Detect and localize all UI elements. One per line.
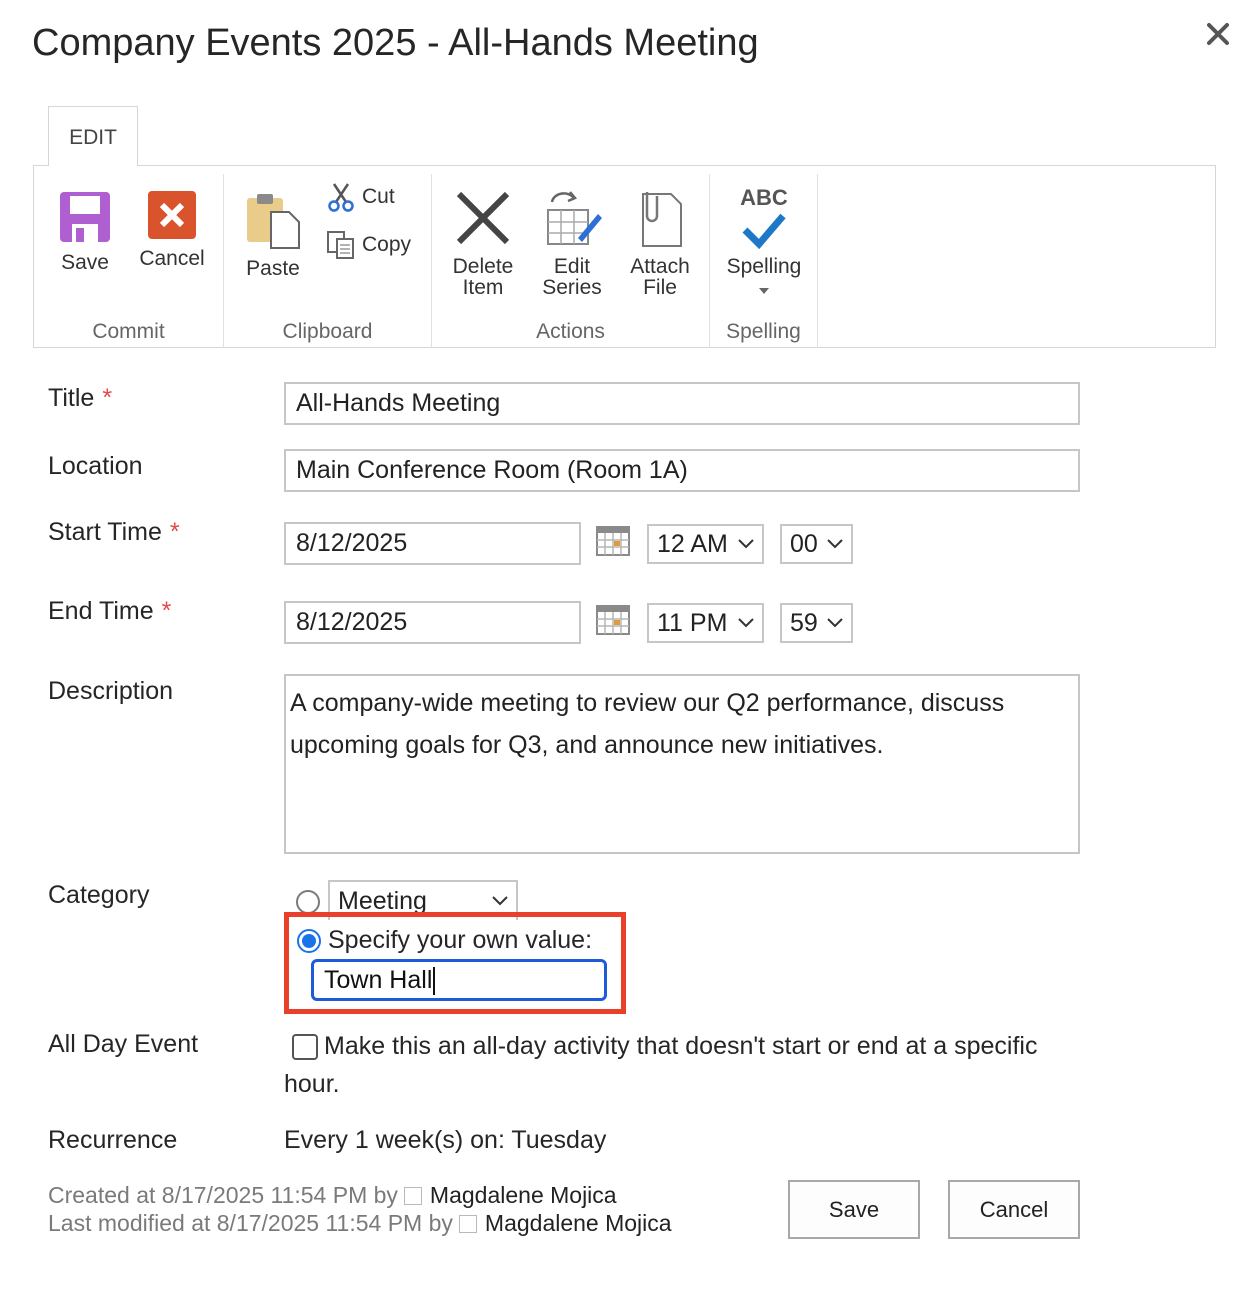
start-hour-select[interactable]: 12 AM <box>647 524 764 564</box>
title-label: Title * <box>48 384 113 412</box>
paste-label: Paste <box>246 257 300 280</box>
modified-prefix: Last modified at 8/17/2025 11:54 PM by <box>48 1210 453 1236</box>
start-hour-value: 12 AM <box>657 529 728 558</box>
created-info: Created at 8/17/2025 11:54 PM by Magdalen… <box>48 1182 617 1209</box>
copy-label: Copy <box>362 233 412 256</box>
delete-x-icon <box>456 191 510 245</box>
paste-icon <box>247 194 300 249</box>
end-date-input[interactable] <box>284 601 581 644</box>
spelling-label: Spelling <box>726 255 802 278</box>
checkmark-icon <box>742 213 786 250</box>
ribbon-cancel-label: Cancel <box>139 247 205 270</box>
attach-label-1: Attach <box>630 255 690 278</box>
own-value-text: Town Hall <box>324 966 433 994</box>
copy-icon <box>327 231 354 259</box>
edit-series-button[interactable]: Edit Series <box>534 188 610 298</box>
presence-icon <box>458 1215 477 1233</box>
own-value-label: Specify your own value: <box>328 926 593 954</box>
start-time-label: Start Time * <box>48 518 180 546</box>
title-input[interactable] <box>284 382 1080 425</box>
scissors-icon <box>328 183 354 212</box>
ribbon-group-actions: Delete Item Edit Series Attach File Acti… <box>432 174 710 348</box>
calendar-icon[interactable] <box>596 526 630 556</box>
cancel-button[interactable]: Cancel <box>948 1180 1080 1239</box>
ribbon-cancel-button[interactable]: Cancel <box>134 190 210 269</box>
edit-label-1: Edit <box>553 255 591 278</box>
recurrence-value: Every 1 week(s) on: Tuesday <box>284 1126 607 1154</box>
created-user-link[interactable]: Magdalene Mojica <box>430 1182 617 1208</box>
chevron-down-icon <box>827 539 843 549</box>
all-day-checkbox[interactable] <box>292 1034 318 1060</box>
category-dropdown-radio[interactable] <box>296 890 320 914</box>
cut-button[interactable]: Cut <box>326 182 395 212</box>
required-marker: * <box>169 518 180 546</box>
chevron-down-icon <box>738 618 754 628</box>
category-label: Category <box>48 881 150 909</box>
group-label-clipboard: Clipboard <box>282 320 373 343</box>
own-value-input[interactable]: Town Hall <box>311 959 607 1001</box>
modified-info: Last modified at 8/17/2025 11:54 PM by Ma… <box>48 1210 672 1237</box>
tab-edit[interactable]: EDIT <box>48 106 138 166</box>
category-own-value-radio[interactable] <box>297 929 321 953</box>
presence-icon <box>403 1187 422 1205</box>
all-day-text: Make this an all-day activity that doesn… <box>324 1032 1038 1060</box>
ribbon-save-label: Save <box>61 251 109 274</box>
spelling-button[interactable]: ABC Spelling <box>718 186 810 303</box>
attach-label-2: File <box>643 276 677 299</box>
attach-file-button[interactable]: Attach File <box>622 188 698 298</box>
save-button[interactable]: Save <box>788 1180 920 1239</box>
start-minute-select[interactable]: 00 <box>780 524 853 564</box>
modified-user-link[interactable]: Magdalene Mojica <box>485 1210 672 1236</box>
paperclip-icon <box>642 192 682 247</box>
cancel-icon <box>148 191 196 239</box>
ribbon-group-commit: Save Cancel Commit <box>34 174 224 348</box>
created-prefix: Created at 8/17/2025 11:54 PM by <box>48 1182 398 1208</box>
end-minute-select[interactable]: 59 <box>780 603 853 643</box>
all-day-label: All Day Event <box>48 1030 199 1058</box>
close-icon[interactable] <box>1202 18 1234 50</box>
recurrence-label: Recurrence <box>48 1126 178 1154</box>
delete-label-2: Item <box>462 276 504 299</box>
dialog-title: Company Events 2025 - All-Hands Meeting <box>32 22 759 64</box>
chevron-down-icon <box>492 896 508 906</box>
ribbon-save-button[interactable]: Save <box>50 190 120 273</box>
location-input[interactable] <box>284 449 1080 492</box>
edit-label-2: Series <box>542 276 602 299</box>
delete-label-1: Delete <box>452 255 514 278</box>
start-date-input[interactable] <box>284 522 581 565</box>
delete-item-button[interactable]: Delete Item <box>448 188 518 298</box>
all-day-text-2: hour. <box>284 1070 340 1098</box>
copy-button[interactable]: Copy <box>326 230 411 260</box>
required-marker: * <box>102 384 113 412</box>
end-hour-select[interactable]: 11 PM <box>647 603 764 643</box>
group-label-commit: Commit <box>92 320 165 343</box>
group-label-spelling: Spelling <box>726 320 801 343</box>
chevron-down-icon <box>827 618 843 628</box>
location-label: Location <box>48 452 143 480</box>
end-time-label: End Time * <box>48 597 172 625</box>
description-textarea[interactable]: A company-wide meeting to review our Q2 … <box>284 674 1080 854</box>
ribbon-group-spelling: ABC Spelling Spelling <box>710 174 818 348</box>
ribbon-group-clipboard: Paste Cut Copy Clipboard <box>224 174 432 348</box>
abc-icon-text: ABC <box>740 185 788 210</box>
paste-button[interactable]: Paste <box>240 190 306 279</box>
dropdown-arrow-icon <box>759 288 769 294</box>
save-icon <box>60 192 110 242</box>
group-label-actions: Actions <box>536 320 605 343</box>
end-hour-value: 11 PM <box>657 608 728 637</box>
start-minute-value: 00 <box>790 529 818 558</box>
description-label: Description <box>48 677 174 705</box>
required-marker: * <box>161 597 172 625</box>
ribbon: Save Cancel Commit Paste Cut Copy Clipbo… <box>33 165 1216 348</box>
calendar-icon[interactable] <box>596 605 630 635</box>
cut-label: Cut <box>362 185 395 208</box>
edit-series-icon <box>547 191 602 245</box>
chevron-down-icon <box>738 539 754 549</box>
text-caret <box>433 967 436 996</box>
end-minute-value: 59 <box>790 608 818 637</box>
